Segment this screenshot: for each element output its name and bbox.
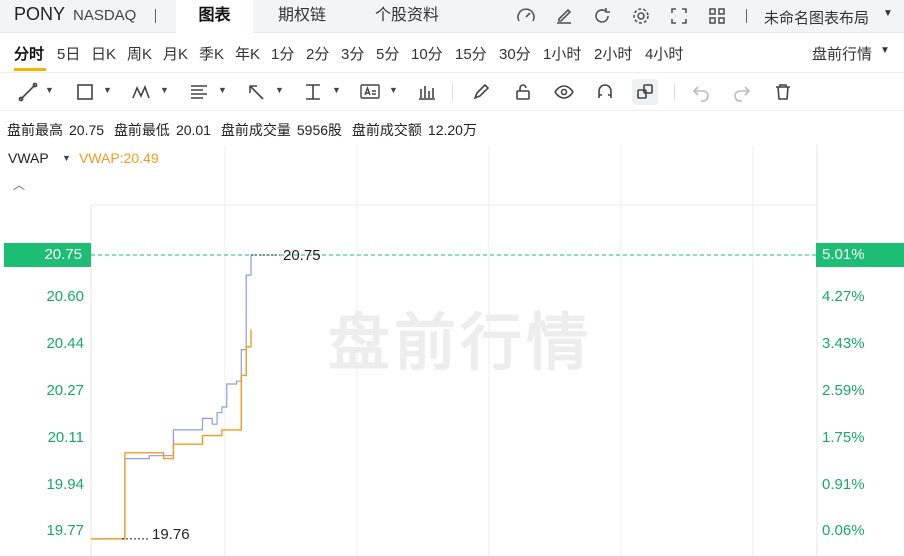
tab-chart[interactable]: 图表 xyxy=(176,0,253,33)
speedometer-icon[interactable] xyxy=(515,5,537,27)
settings-icon[interactable] xyxy=(630,5,652,27)
last-pct-badge: 5.01% xyxy=(816,243,904,267)
chevron-down-icon[interactable]: ▼ xyxy=(880,45,890,56)
vwap-line xyxy=(91,329,252,540)
fibonacci-tool-icon[interactable] xyxy=(188,81,210,103)
period-10m[interactable]: 10分 xyxy=(411,43,443,64)
magnet-icon[interactable] xyxy=(594,81,616,103)
exchange-name: NASDAQ xyxy=(73,7,137,24)
period-year[interactable]: 年K xyxy=(235,43,260,64)
grid-layout-icon[interactable] xyxy=(706,5,728,27)
link-icon[interactable] xyxy=(632,79,658,105)
chevron-down-icon[interactable]: ▼ xyxy=(332,85,341,95)
undo-icon[interactable] xyxy=(690,81,712,103)
chevron-down-icon[interactable]: ▼ xyxy=(160,85,169,95)
volume-value: 5956股 xyxy=(296,122,343,138)
measure-tool-icon[interactable] xyxy=(302,81,324,103)
chevron-down-icon[interactable]: ▼ xyxy=(62,153,71,163)
pct-tick-label: 0.06% xyxy=(822,522,865,539)
period-5m[interactable]: 5分 xyxy=(376,43,399,64)
pct-tick-label: 1.75% xyxy=(822,429,865,446)
high-label: 盘前最高 xyxy=(7,122,63,138)
high-marker-label: 20.75 xyxy=(283,247,321,264)
divider xyxy=(674,83,675,101)
amount-label: 盘前成交额 xyxy=(351,122,422,138)
chevron-down-icon[interactable]: ▼ xyxy=(389,85,398,95)
session-select[interactable]: 盘前行情 xyxy=(812,43,872,64)
tab-options-chain[interactable]: 期权链 xyxy=(262,0,342,33)
last-price-badge: 20.75 xyxy=(4,243,91,267)
chevron-up-icon[interactable]: ︿ xyxy=(13,176,25,193)
period-1h[interactable]: 1小时 xyxy=(543,43,581,64)
period-5d[interactable]: 5日 xyxy=(57,43,80,64)
period-quarter[interactable]: 季K xyxy=(199,43,224,64)
divider xyxy=(452,83,453,101)
period-selector: 分时 5日 日K 周K 月K 季K 年K 1分 2分 3分 5分 10分 15分… xyxy=(0,33,904,73)
period-month[interactable]: 月K xyxy=(163,43,188,64)
period-30m[interactable]: 30分 xyxy=(499,43,531,64)
text-tool-icon[interactable] xyxy=(359,81,381,103)
pattern-tool-icon[interactable] xyxy=(131,81,153,103)
fullscreen-icon[interactable] xyxy=(668,5,690,27)
amount-value: 12.20万 xyxy=(427,122,477,138)
tab-label: 个股资料 xyxy=(374,7,439,24)
pct-tick-label: 0.91% xyxy=(822,476,865,493)
low-marker-label: 19.76 xyxy=(152,526,190,543)
chevron-down-icon[interactable]: ▼ xyxy=(103,85,112,95)
divider xyxy=(746,9,747,23)
y-tick-label: 19.77 xyxy=(46,522,84,539)
volume-label: 盘前成交量 xyxy=(220,122,291,138)
lock-icon[interactable] xyxy=(512,81,534,103)
period-3m[interactable]: 3分 xyxy=(341,43,364,64)
tab-label: 期权链 xyxy=(277,7,326,24)
pct-tick-label: 2.59% xyxy=(822,382,865,399)
y-tick-label: 20.11 xyxy=(47,429,84,446)
price-line xyxy=(91,255,252,540)
pencil-icon[interactable] xyxy=(470,81,492,103)
period-15m[interactable]: 15分 xyxy=(455,43,487,64)
arrow-tool-icon[interactable] xyxy=(245,81,267,103)
chevron-down-icon[interactable]: ▼ xyxy=(883,8,893,19)
ticker-symbol: PONY xyxy=(14,4,66,24)
rectangle-tool-icon[interactable] xyxy=(74,81,96,103)
high-value: 20.75 xyxy=(69,122,105,138)
layout-name[interactable]: 未命名图表布局 xyxy=(764,7,869,28)
top-bar: PONY NASDAQ 图表 期权链 个股资料 未命名图表布局 ▼ xyxy=(0,0,904,33)
period-2h[interactable]: 2小时 xyxy=(594,43,632,64)
tab-label: 图表 xyxy=(198,7,231,24)
period-4h[interactable]: 4小时 xyxy=(645,43,683,64)
pct-tick-label: 3.43% xyxy=(822,335,865,352)
active-period-indicator xyxy=(14,68,46,71)
period-week[interactable]: 周K xyxy=(127,43,152,64)
premarket-summary: 盘前最高 20.75 盘前最低 20.01 盘前成交量 5956股 盘前成交额 12.2… xyxy=(7,120,483,140)
y-tick-label: 19.94 xyxy=(46,476,84,493)
redo-icon[interactable] xyxy=(731,81,753,103)
indicator-name[interactable]: VWAP xyxy=(8,150,49,166)
tab-profile[interactable]: 个股资料 xyxy=(362,0,452,33)
low-value: 20.01 xyxy=(175,122,211,138)
y-tick-label: 20.44 xyxy=(46,335,84,352)
line-tool-icon[interactable] xyxy=(17,81,39,103)
drawing-toolbar: ▼ ▼ ▼ ▼ ▼ ▼ ▼ xyxy=(0,73,904,111)
refresh-icon[interactable] xyxy=(591,5,613,27)
y-tick-label: 20.27 xyxy=(46,382,84,399)
period-2m[interactable]: 2分 xyxy=(306,43,329,64)
chart-watermark: 盘前行情 xyxy=(328,309,593,378)
trash-icon[interactable] xyxy=(772,81,794,103)
pct-tick-label: 4.27% xyxy=(822,288,865,305)
chevron-down-icon[interactable]: ▼ xyxy=(218,85,227,95)
period-1m[interactable]: 1分 xyxy=(271,43,294,64)
indicator-value: VWAP:20.49 xyxy=(79,150,159,166)
period-day[interactable]: 日K xyxy=(91,43,116,64)
indicator-icon[interactable] xyxy=(416,81,438,103)
chevron-down-icon[interactable]: ▼ xyxy=(275,85,284,95)
y-tick-label: 20.60 xyxy=(46,288,84,305)
divider xyxy=(155,9,156,23)
eye-icon[interactable] xyxy=(553,81,575,103)
chevron-down-icon[interactable]: ▼ xyxy=(45,85,54,95)
period-intraday[interactable]: 分时 xyxy=(14,43,44,64)
low-label: 盘前最低 xyxy=(113,122,170,138)
edit-icon[interactable] xyxy=(553,5,575,27)
